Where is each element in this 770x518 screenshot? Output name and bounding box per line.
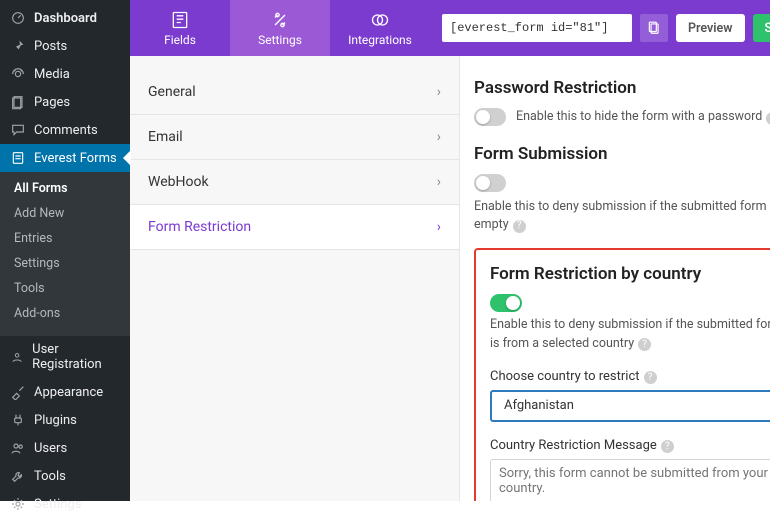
wp-menu-label: Dashboard (34, 11, 97, 26)
form-icon (10, 150, 26, 166)
settings-tab-label: Form Restriction (148, 219, 251, 235)
wp-menu-user-registration[interactable]: User Registration (0, 336, 130, 378)
wp-menu-label: Users (34, 441, 67, 456)
wp-menu-label: User Registration (32, 342, 120, 372)
integrations-icon (370, 10, 390, 30)
restriction-msg-label: Country Restriction Message? (490, 438, 770, 453)
tab-fields[interactable]: Fields (130, 0, 230, 56)
comment-icon (10, 122, 26, 138)
wp-submenu-add-new[interactable]: Add New (0, 201, 130, 226)
wp-menu-tools[interactable]: Tools (0, 462, 130, 490)
wp-submenu-add-ons[interactable]: Add-ons (0, 301, 130, 326)
wp-menu-users[interactable]: Users (0, 434, 130, 462)
wp-admin-sidebar: Dashboard Posts Media Pages Comments Everest … (0, 0, 130, 501)
pin-icon (10, 38, 26, 54)
wp-menu-dashboard[interactable]: Dashboard (0, 4, 130, 32)
chevron-right-icon: › (437, 84, 441, 100)
password-toggle[interactable] (474, 108, 506, 126)
dashboard-icon (10, 10, 26, 26)
section-password-restriction: Password Restriction Enable this to hide… (474, 78, 770, 126)
wp-menu-label: Media (34, 67, 70, 82)
section-title: Form Submission (474, 144, 770, 164)
wp-menu-settings[interactable]: Settings (0, 490, 130, 518)
settings-tab-label: WebHook (148, 174, 209, 190)
copy-shortcode-button[interactable] (640, 14, 668, 42)
tab-integrations-label: Integrations (348, 33, 412, 47)
country-toggle[interactable] (490, 294, 522, 312)
plugin-icon (10, 412, 26, 428)
settings-tab-general[interactable]: General › (130, 70, 459, 115)
save-button[interactable]: SAVE (753, 14, 770, 42)
section-form-submission: Form Submission Enable this to deny subm… (474, 144, 770, 234)
tab-fields-label: Fields (164, 33, 196, 47)
help-icon[interactable]: ? (644, 371, 657, 384)
fields-icon (170, 10, 190, 30)
settings-tab-label: General (148, 84, 196, 100)
wp-menu-label: Settings (34, 497, 81, 512)
wp-menu-everest-forms[interactable]: Everest Forms (0, 144, 130, 172)
shortcode-input[interactable] (442, 14, 632, 42)
tab-settings-label: Settings (258, 33, 302, 47)
media-icon (10, 66, 26, 82)
wp-menu-comments[interactable]: Comments (0, 116, 130, 144)
country-select[interactable]: Afghanistan (490, 390, 770, 422)
password-note: Enable this to hide the form with a pass… (516, 108, 770, 126)
help-icon[interactable]: ? (513, 220, 526, 233)
wp-menu-label: Everest Forms (34, 151, 117, 166)
help-icon[interactable]: ? (766, 112, 770, 125)
wp-menu-label: Plugins (34, 413, 77, 428)
wp-menu-posts[interactable]: Posts (0, 32, 130, 60)
wp-menu-label: Tools (34, 469, 66, 484)
country-note: Enable this to deny submission if the su… (490, 316, 770, 352)
choose-country-label: Choose country to restrict? (490, 369, 770, 384)
settings-icon (270, 10, 290, 30)
wp-submenu-entries[interactable]: Entries (0, 226, 130, 251)
settings-subtabs: General › Email › WebHook › Form Restriction › (130, 56, 460, 501)
wrench-icon (10, 468, 26, 484)
tab-settings[interactable]: Settings (230, 0, 330, 56)
help-icon[interactable]: ? (638, 338, 651, 351)
submission-toggle[interactable] (474, 174, 506, 192)
help-icon[interactable]: ? (661, 440, 674, 453)
wp-menu-label: Pages (34, 95, 70, 110)
wp-submenu-settings[interactable]: Settings (0, 251, 130, 276)
chevron-right-icon: › (437, 129, 441, 145)
preview-button[interactable]: Preview (676, 14, 745, 42)
clipboard-icon (647, 21, 661, 35)
wp-submenu-tools[interactable]: Tools (0, 276, 130, 301)
settings-tab-webhook[interactable]: WebHook › (130, 160, 459, 205)
wp-menu-plugins[interactable]: Plugins (0, 406, 130, 434)
page-icon (10, 94, 26, 110)
submission-note: Enable this to deny submission if the su… (474, 198, 770, 234)
wp-menu-label: Appearance (34, 385, 103, 400)
settings-tab-email[interactable]: Email › (130, 115, 459, 160)
wp-menu-label: Comments (34, 123, 98, 138)
section-title: Password Restriction (474, 78, 770, 98)
wp-submenu-all-forms[interactable]: All Forms (0, 176, 130, 201)
brush-icon (10, 384, 26, 400)
restriction-msg-input[interactable] (490, 459, 770, 501)
section-country-restriction: Form Restriction by country Enable this … (474, 248, 770, 501)
settings-tab-form-restriction[interactable]: Form Restriction › (130, 205, 459, 250)
wp-menu-appearance[interactable]: Appearance (0, 378, 130, 406)
user-icon (10, 349, 24, 365)
tab-integrations[interactable]: Integrations (330, 0, 430, 56)
settings-tab-label: Email (148, 129, 183, 145)
section-title: Form Restriction by country (490, 264, 770, 284)
settings-panel: Password Restriction Enable this to hide… (460, 56, 770, 501)
wp-menu-label: Posts (34, 39, 67, 54)
builder-topbar: Fields Settings Integrations Preview SAV… (130, 0, 770, 56)
gear-icon (10, 496, 26, 512)
chevron-right-icon: › (437, 219, 441, 235)
users-icon (10, 440, 26, 456)
chevron-right-icon: › (437, 174, 441, 190)
wp-menu-media[interactable]: Media (0, 60, 130, 88)
wp-menu-pages[interactable]: Pages (0, 88, 130, 116)
